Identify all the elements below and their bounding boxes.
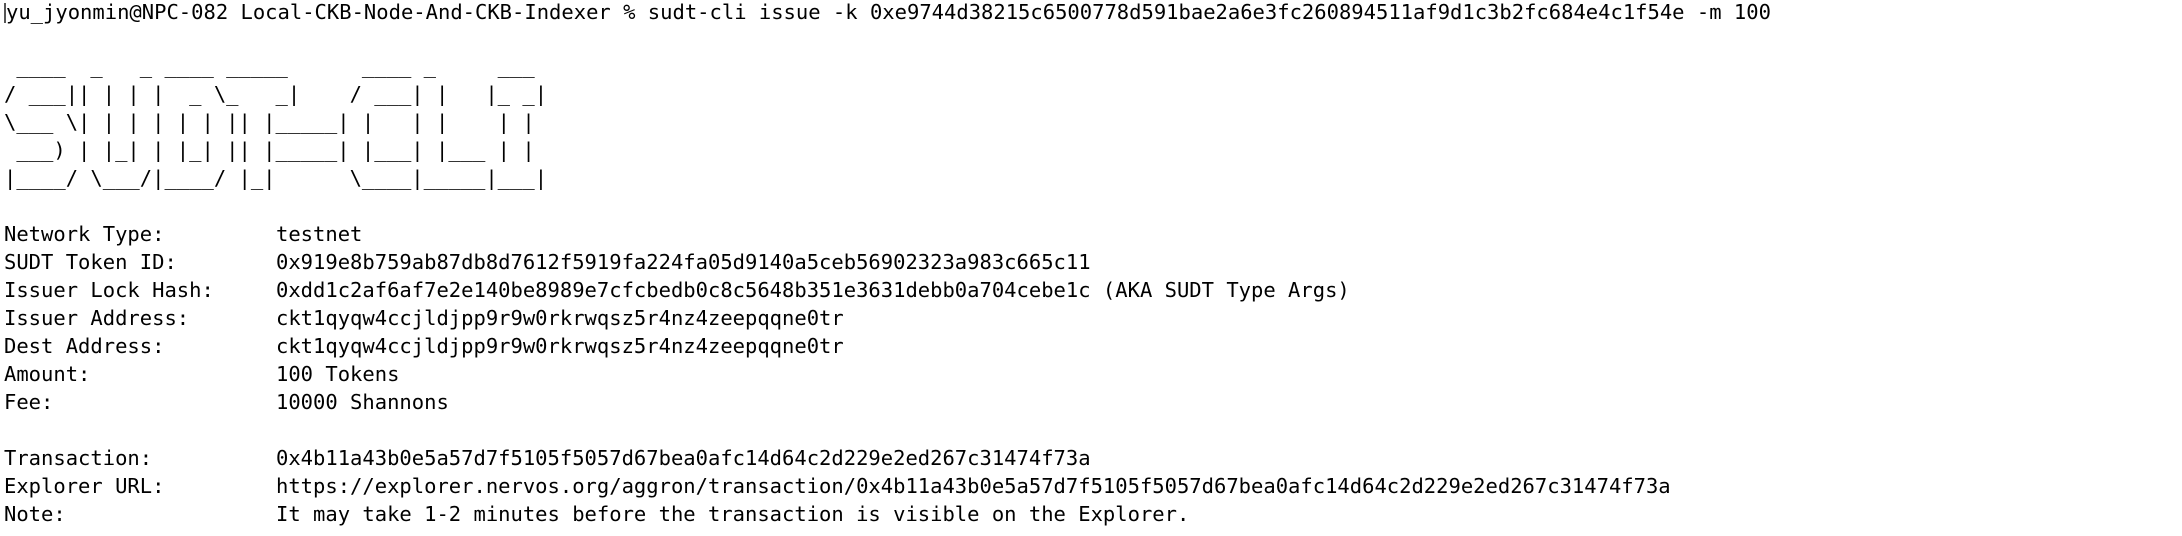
info-label: SUDT Token ID: xyxy=(4,250,177,274)
info-value: testnet xyxy=(276,222,363,246)
info-value: ckt1qyqw4ccjldjpp9r9w0rkrwqsz5r4nz4zeepq… xyxy=(276,306,844,330)
result-label: Note: xyxy=(4,502,66,526)
info-row-issuer-lock-hash: Issuer Lock Hash: 0xdd1c2af6af7e2e140be8… xyxy=(4,276,2174,304)
info-value: 100 Tokens xyxy=(276,362,400,386)
issue-info-block: Network Type: testnet SUDT Token ID: 0x9… xyxy=(4,220,2174,416)
ascii-banner: ____ _ _ ____ _____ ____ _ ___ / ___|| |… xyxy=(4,54,548,190)
info-label: Issuer Lock Hash: xyxy=(4,278,214,302)
result-label: Explorer URL: xyxy=(4,474,165,498)
info-row-dest-address: Dest Address: ckt1qyqw4ccjldjpp9r9w0rkrw… xyxy=(4,332,2174,360)
result-row-explorer-url: Explorer URL: https://explorer.nervos.or… xyxy=(4,472,2174,500)
info-label: Network Type: xyxy=(4,222,165,246)
command-text: sudt-cli issue -k 0xe9744d38215c6500778d… xyxy=(647,0,1771,24)
info-row-fee: Fee: 10000 Shannons xyxy=(4,388,2174,416)
result-value: 0x4b11a43b0e5a57d7f5105f5057d67bea0afc14… xyxy=(276,446,1091,470)
info-label: Issuer Address: xyxy=(4,306,190,330)
shell-prompt: yu_jyonmin@NPC-082 Local-CKB-Node-And-CK… xyxy=(6,0,648,24)
info-label: Amount: xyxy=(4,362,91,386)
info-value: 0xdd1c2af6af7e2e140be8989e7cfcbedb0c8c56… xyxy=(276,278,1350,302)
result-label: Transaction: xyxy=(4,446,153,470)
transaction-result-block: Transaction: 0x4b11a43b0e5a57d7f5105f505… xyxy=(4,444,2174,528)
terminal-window[interactable]: yu_jyonmin@NPC-082 Local-CKB-Node-And-CK… xyxy=(4,0,2174,536)
info-value: 0x919e8b759ab87db8d7612f5919fa224fa05d91… xyxy=(276,250,1091,274)
result-value: It may take 1-2 minutes before the trans… xyxy=(276,502,1190,526)
result-row-transaction: Transaction: 0x4b11a43b0e5a57d7f5105f505… xyxy=(4,444,2174,472)
explorer-url-text: https://explorer.nervos.org/aggron/trans… xyxy=(276,474,1671,498)
info-row-network-type: Network Type: testnet xyxy=(4,220,2174,248)
info-value: 10000 Shannons xyxy=(276,390,449,414)
command-line: yu_jyonmin@NPC-082 Local-CKB-Node-And-CK… xyxy=(4,0,2174,24)
info-label: Fee: xyxy=(4,390,54,414)
result-row-note: Note: It may take 1-2 minutes before the… xyxy=(4,500,2174,528)
info-value: ckt1qyqw4ccjldjpp9r9w0rkrwqsz5r4nz4zeepq… xyxy=(276,334,844,358)
info-row-sudt-token-id: SUDT Token ID: 0x919e8b759ab87db8d7612f5… xyxy=(4,248,2174,276)
info-row-issuer-address: Issuer Address: ckt1qyqw4ccjldjpp9r9w0rk… xyxy=(4,304,2174,332)
info-label: Dest Address: xyxy=(4,334,165,358)
info-row-amount: Amount: 100 Tokens xyxy=(4,360,2174,388)
